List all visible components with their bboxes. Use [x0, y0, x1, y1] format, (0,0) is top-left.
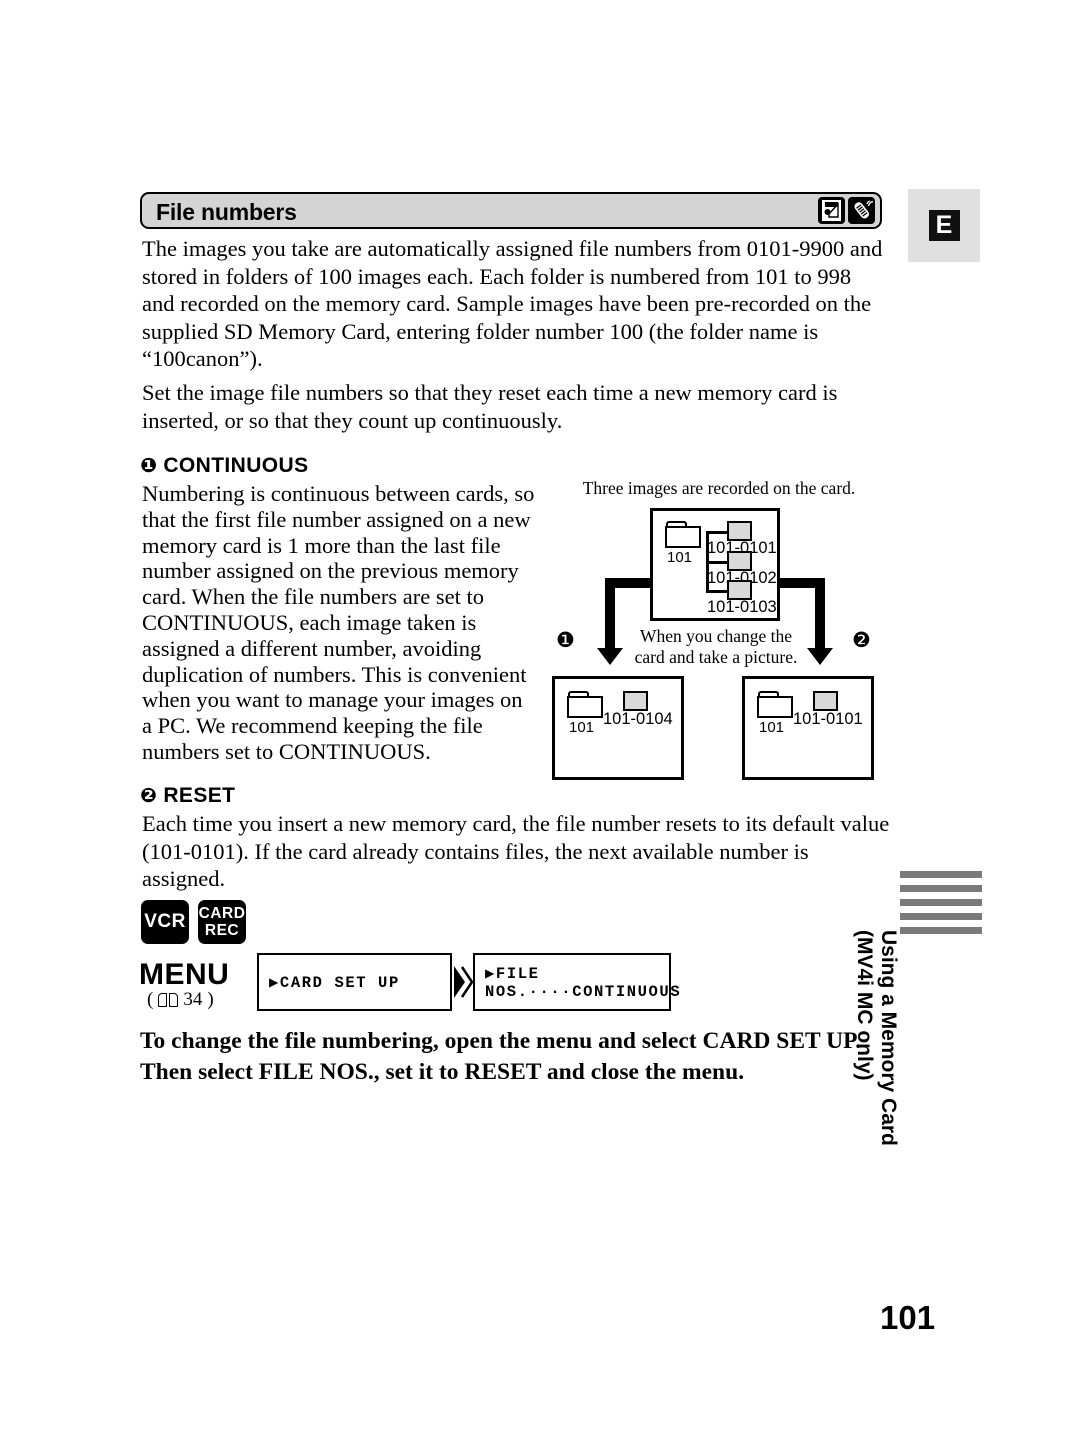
- page-title: File numbers: [156, 199, 297, 225]
- heading-continuous: ❶ CONTINUOUS: [140, 453, 309, 478]
- paren-close: ): [207, 989, 214, 1010]
- mode-badge-card-rec: CARD REC: [198, 900, 246, 944]
- side-tab-bar: [900, 899, 982, 906]
- lcd-screen-file-nos: ▶FILE NOS.····CONTINUOUS: [473, 953, 680, 1011]
- closing-instruction: To change the file numbering, open the m…: [140, 1028, 862, 1085]
- tree-branch: [706, 531, 728, 534]
- lcd-screen-card-setup: ▶CARD SET UP: [257, 953, 452, 1011]
- diagram-card-continuous: 101 101-0104: [552, 676, 684, 780]
- file-label: 101-0103: [707, 598, 777, 616]
- diagram-marker-1: ❶: [556, 628, 575, 652]
- intro-paragraph-1: The images you take are automatically as…: [142, 236, 883, 371]
- side-tab-bar: [900, 871, 982, 878]
- diagram-caption-middle-line2: card and take a picture.: [634, 647, 798, 667]
- image-thumb: [813, 691, 838, 711]
- file-label: 101-0101: [793, 710, 863, 728]
- file-numbering-diagram: Three images are recorded on the card. 1…: [548, 478, 888, 788]
- mode-badge-rec-label: REC: [204, 922, 240, 939]
- side-tab-label: Using a Memory Card (MV4i MC only): [852, 930, 900, 1160]
- reset-body-text: Each time you insert a new memory card, …: [142, 811, 890, 891]
- mode-badge-vcr: VCR: [141, 900, 189, 944]
- diagram-marker-2: ❷: [852, 628, 871, 652]
- tree-branch: [706, 590, 728, 593]
- chevron-right-icon: [453, 965, 474, 999]
- side-tab-label-line2: (MV4i MC only): [853, 930, 876, 1081]
- language-badge-e: E: [928, 210, 960, 241]
- book-icon: [158, 993, 179, 1007]
- file-label: 101-0104: [603, 710, 673, 728]
- diagram-caption-middle-line1: When you change the: [639, 626, 793, 646]
- menu-page-reference: ( 34 ): [147, 989, 214, 1011]
- page-number: 101: [880, 1299, 936, 1336]
- folder-icon: [567, 691, 603, 718]
- image-thumb: [727, 551, 752, 571]
- section-header-bar: File numbers: [140, 192, 882, 229]
- heading-reset: ❷ RESET: [140, 783, 235, 808]
- side-tab-bar: [900, 913, 982, 920]
- image-thumb: [727, 521, 752, 541]
- side-tab-bar: [900, 885, 982, 892]
- heading-reset-label: RESET: [163, 784, 236, 807]
- mode-badge-card-label: CARD: [198, 905, 246, 922]
- side-tab-bar: [900, 927, 982, 934]
- diagram-caption-top: Three images are recorded on the card.: [582, 478, 856, 498]
- side-tab-bars: [900, 871, 982, 941]
- menu-button-label: MENU: [139, 958, 230, 991]
- intro-paragraph-2: Set the image file numbers so that they …: [142, 380, 838, 433]
- mode-badge-vcr-label: VCR: [144, 911, 186, 932]
- bullet-marker-2: ❷: [140, 783, 158, 807]
- heading-continuous-label: CONTINUOUS: [163, 454, 309, 477]
- paren-open: (: [147, 989, 154, 1010]
- folder-label: 101: [759, 719, 785, 736]
- memory-card-icon: [818, 197, 845, 224]
- image-thumb: [727, 580, 752, 600]
- diagram-card-before: 101 101-0101 101-0102 101-0103: [650, 508, 780, 621]
- bullet-marker-1: ❶: [140, 453, 158, 477]
- tree-branch: [706, 561, 728, 564]
- folder-icon: [665, 521, 701, 548]
- header-icon-group: [818, 197, 875, 224]
- reference-page-number: 34: [183, 989, 203, 1010]
- continuous-body-text: Numbering is continuous between cards, s…: [142, 481, 535, 764]
- lcd-screen-2-text: ▶FILE NOS.····CONTINUOUS: [485, 964, 682, 1001]
- remote-control-icon: [848, 197, 875, 224]
- diagram-card-reset: 101 101-0101: [742, 676, 874, 780]
- folder-label: 101: [667, 549, 693, 566]
- folder-icon: [757, 691, 793, 718]
- image-thumb: [623, 691, 648, 711]
- manual-page: E File numbers The images you take are a…: [0, 0, 1080, 1443]
- mode-badge-group: VCR CARD REC: [141, 900, 246, 944]
- language-tab: E: [908, 189, 980, 262]
- folder-label: 101: [569, 719, 595, 736]
- diagram-caption-middle: When you change the card and take a pict…: [606, 626, 826, 668]
- side-tab-label-line1: Using a Memory Card: [877, 930, 900, 1146]
- lcd-screen-1-text: ▶CARD SET UP: [269, 973, 400, 992]
